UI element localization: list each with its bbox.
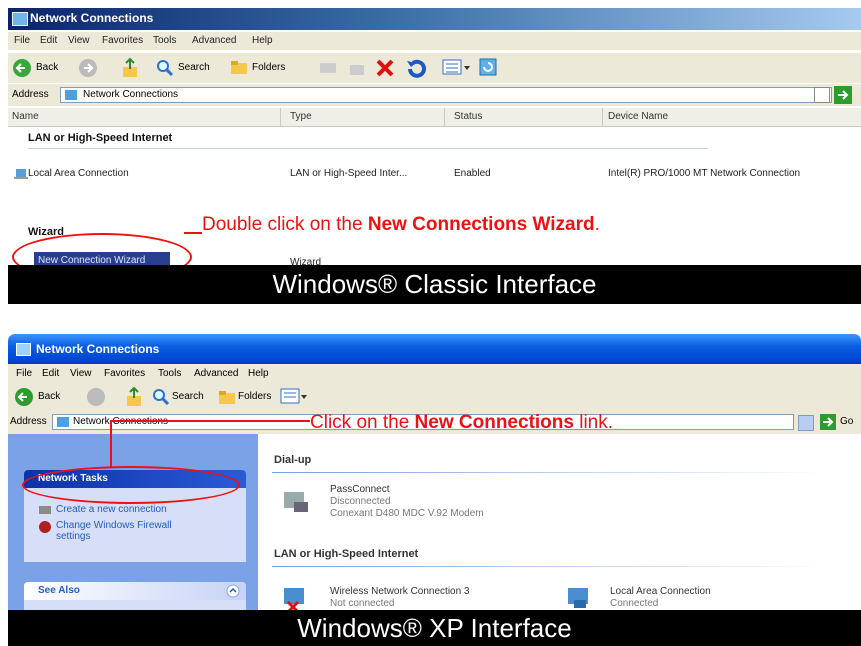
back-arrow-icon[interactable] — [14, 387, 34, 407]
column-name[interactable]: Name — [12, 111, 39, 122]
menu-favorites[interactable]: Favorites — [102, 35, 143, 46]
modem-connection-icon[interactable] — [280, 486, 312, 518]
menu-view[interactable]: View — [68, 35, 90, 46]
title-bar: Network Connections — [8, 334, 861, 364]
see-also-header[interactable]: See Also — [24, 582, 246, 600]
search-icon[interactable] — [152, 388, 170, 406]
group-dialup: Dial-up — [274, 454, 312, 466]
annotation-caption: Double click on the New Connections Wiza… — [202, 214, 600, 235]
back-button[interactable]: Back — [36, 62, 58, 73]
menu-file[interactable]: File — [16, 368, 32, 379]
menu-help[interactable]: Help — [248, 368, 269, 379]
classic-screenshot: Network Connections File Edit View Favor… — [8, 8, 861, 304]
annotation-line — [184, 232, 202, 234]
menu-view[interactable]: View — [70, 368, 92, 379]
lan-name[interactable]: Local Area Connection — [610, 586, 711, 597]
interface-banner: Windows® XP Interface — [8, 610, 861, 646]
back-arrow-icon[interactable] — [12, 58, 32, 78]
copy-to-icon[interactable] — [346, 59, 368, 77]
address-label: Address — [10, 416, 47, 427]
menu-edit[interactable]: Edit — [40, 35, 57, 46]
group-separator — [272, 566, 832, 567]
window-title: Network Connections — [36, 342, 160, 356]
annotation-caption: Click on the New Connections link. — [310, 412, 614, 433]
row-status: Enabled — [454, 168, 491, 179]
column-device-name[interactable]: Device Name — [608, 111, 668, 122]
network-folder-icon — [65, 90, 77, 100]
lan-status: Connected — [610, 598, 659, 609]
row-name[interactable]: Local Area Connection — [28, 168, 129, 179]
group-lan: LAN or High-Speed Internet — [274, 548, 419, 560]
firewall-icon — [39, 521, 51, 533]
chevron-up-icon[interactable] — [226, 584, 240, 598]
window-title: Network Connections — [30, 11, 154, 25]
back-button[interactable]: Back — [38, 391, 60, 402]
forward-arrow-icon[interactable] — [86, 387, 106, 407]
group-separator — [28, 148, 708, 149]
search-icon[interactable] — [156, 59, 174, 77]
menu-edit[interactable]: Edit — [42, 368, 59, 379]
wireless-name[interactable]: Wireless Network Connection 3 — [330, 586, 470, 597]
column-header: Name Type Status Device Name — [8, 108, 861, 127]
annotation-circle — [22, 466, 240, 504]
views-icon[interactable] — [280, 387, 308, 407]
dialup-device: Conexant D480 MDC V.92 Modem — [330, 508, 484, 519]
network-folder-icon — [16, 343, 31, 356]
menu-bar: File Edit View Favorites Tools Advanced … — [8, 32, 861, 50]
search-button[interactable]: Search — [178, 62, 210, 73]
up-folder-icon[interactable] — [124, 386, 144, 408]
go-arrow-icon[interactable] — [834, 86, 852, 104]
views-icon[interactable] — [442, 58, 472, 78]
annotation-line — [110, 420, 310, 422]
undo-icon[interactable] — [404, 57, 426, 79]
menu-tools[interactable]: Tools — [158, 368, 181, 379]
folders-button[interactable]: Folders — [238, 391, 271, 402]
menu-advanced[interactable]: Advanced — [194, 368, 238, 379]
toolbar: Back Search Folders — [8, 384, 861, 410]
move-to-icon[interactable] — [318, 59, 340, 77]
menu-advanced[interactable]: Advanced — [192, 35, 236, 46]
group-separator — [272, 472, 832, 473]
refresh-icon[interactable] — [478, 57, 498, 77]
go-button[interactable]: Go — [840, 416, 853, 427]
folders-button[interactable]: Folders — [252, 62, 285, 73]
row-type: LAN or High-Speed Inter... — [290, 168, 408, 179]
delete-icon[interactable] — [374, 57, 396, 79]
firewall-settings-link[interactable]: Change Windows Firewall settings — [56, 520, 206, 542]
address-value: Network Connections — [83, 89, 179, 100]
title-bar: Network Connections — [8, 8, 861, 30]
dialup-status: Disconnected — [330, 496, 391, 507]
column-status[interactable]: Status — [454, 111, 482, 122]
column-type[interactable]: Type — [290, 111, 312, 122]
annotation-line-vertical — [110, 420, 112, 468]
row-device: Intel(R) PRO/1000 MT Network Connection — [608, 168, 801, 179]
new-connection-icon — [39, 506, 51, 514]
network-folder-icon — [12, 12, 28, 26]
xp-screenshot: Network Connections File Edit View Favor… — [8, 334, 861, 646]
menu-help[interactable]: Help — [252, 35, 273, 46]
address-input[interactable]: Network Connections — [60, 87, 832, 103]
folders-icon[interactable] — [218, 389, 236, 405]
create-connection-link[interactable]: Create a new connection — [56, 504, 167, 515]
menu-file[interactable]: File — [14, 35, 30, 46]
forward-arrow-icon[interactable] — [78, 58, 98, 78]
menu-favorites[interactable]: Favorites — [104, 368, 145, 379]
address-dropdown-button[interactable] — [798, 415, 814, 431]
interface-banner: Windows® Classic Interface — [8, 265, 861, 304]
dialup-name[interactable]: PassConnect — [330, 484, 389, 495]
go-arrow-icon[interactable] — [820, 414, 836, 430]
folders-icon[interactable] — [230, 59, 248, 75]
toolbar: Back Search Folders — [8, 52, 861, 83]
address-label: Address — [12, 89, 49, 100]
search-button[interactable]: Search — [172, 391, 204, 402]
group-lan: LAN or High-Speed Internet — [28, 132, 173, 144]
network-folder-icon — [57, 417, 69, 427]
menu-bar: File Edit View Favorites Tools Advanced … — [8, 364, 861, 384]
wireless-status: Not connected — [330, 598, 395, 609]
address-dropdown-button[interactable] — [814, 87, 830, 103]
up-folder-icon[interactable] — [120, 57, 140, 79]
address-bar: Address Network Connections — [8, 84, 861, 106]
menu-tools[interactable]: Tools — [153, 35, 176, 46]
